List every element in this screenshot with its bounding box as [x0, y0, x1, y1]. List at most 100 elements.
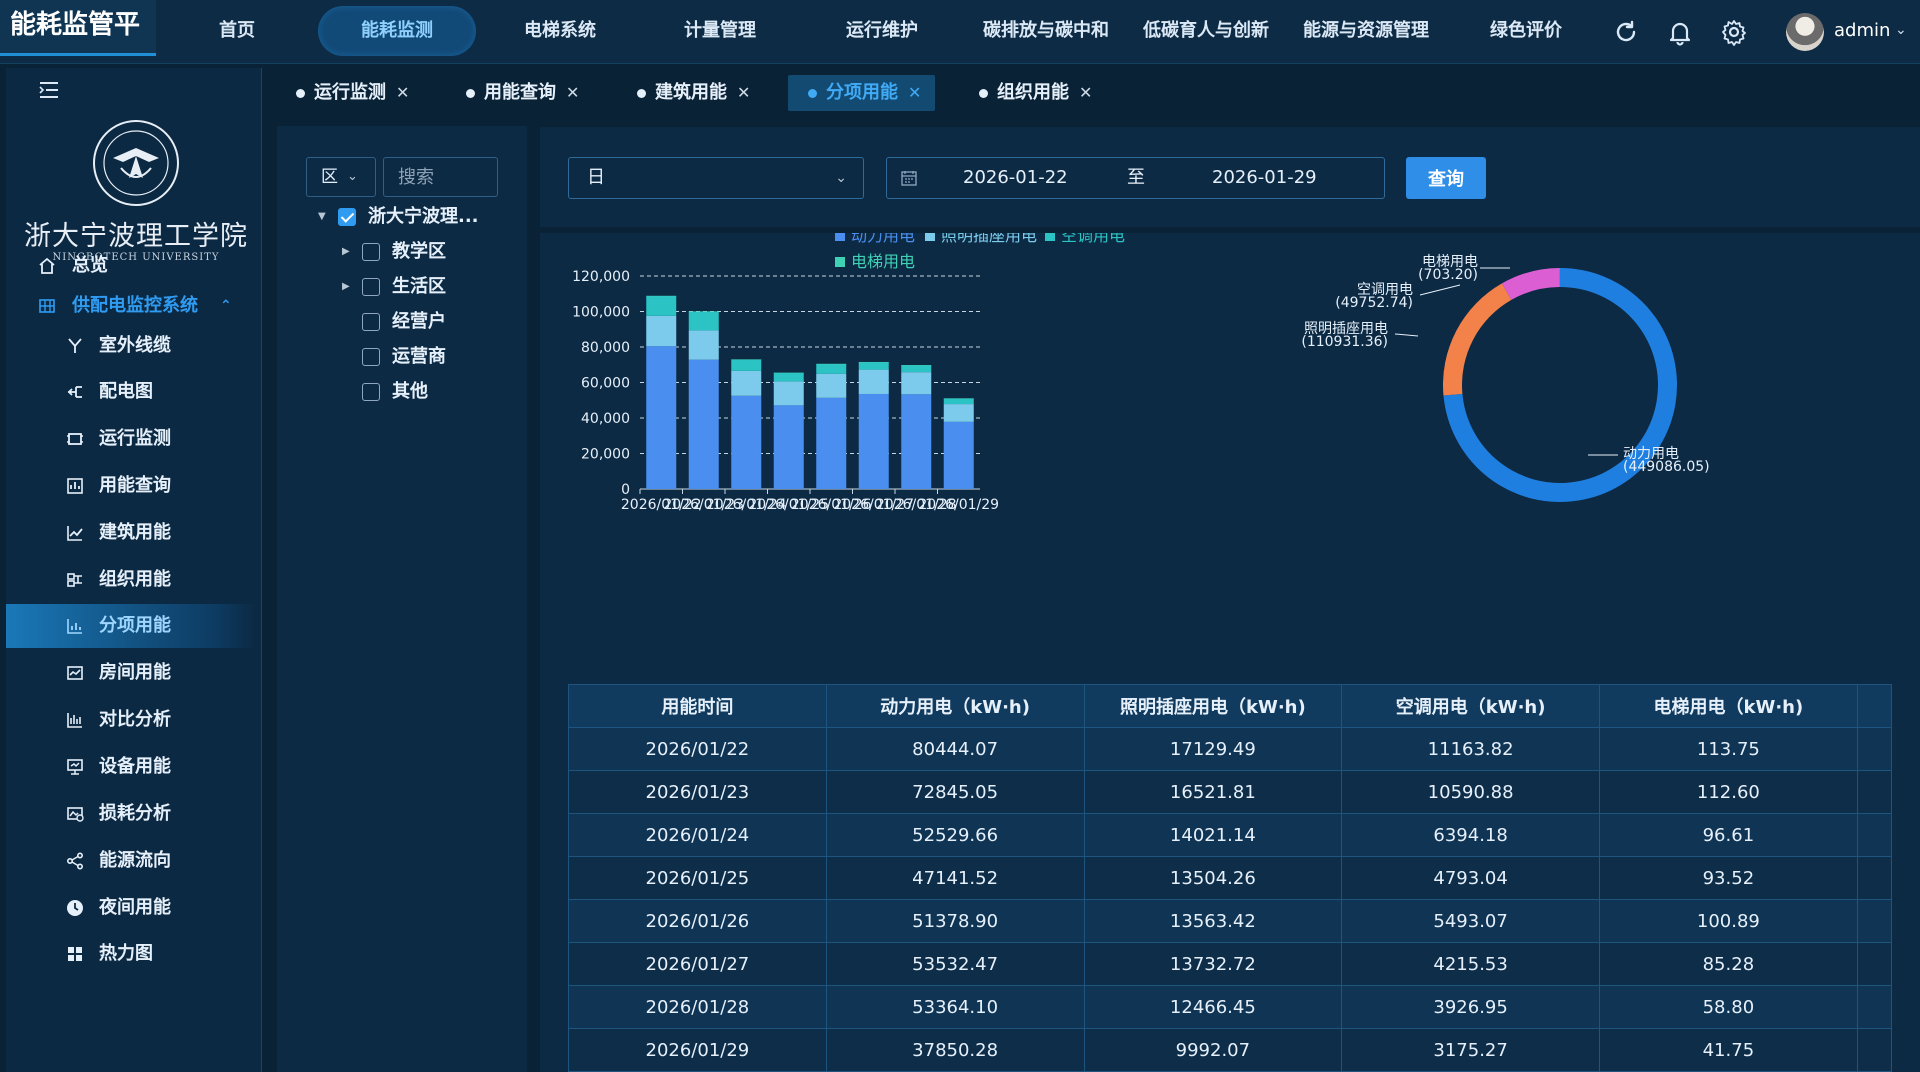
table-cell: 13563.42 — [1083, 899, 1343, 943]
sidebar-item-label: 设备用能 — [99, 756, 171, 777]
tree-checkbox[interactable] — [362, 278, 380, 296]
sidebar-item-distribution-diagram[interactable]: 配电图 — [6, 370, 256, 414]
table-cell-pad — [1856, 856, 1893, 900]
monitor-icon — [67, 433, 83, 445]
y-tick-label: 20,000 — [581, 447, 630, 463]
tab-label: 建筑用能 — [655, 82, 727, 103]
sidebar-item-sub-energy[interactable]: 分项用能 — [6, 604, 256, 648]
sidebar-item-run-monitor[interactable]: 运行监测 — [6, 417, 256, 461]
tab-org-energy[interactable]: 组织用能 ✕ — [979, 75, 1092, 111]
bar-segment — [731, 370, 762, 396]
legend-swatch — [1045, 233, 1055, 241]
period-select-value: 日 — [587, 167, 605, 188]
nav-elevator[interactable]: 电梯系统 — [510, 0, 610, 62]
donut-label-value: (449086.05) — [1623, 459, 1710, 475]
query-button[interactable]: 查询 — [1406, 157, 1486, 199]
username[interactable]: admin — [1834, 20, 1890, 41]
nav-low-carbon-edu[interactable]: 低碳育人与创新 — [1132, 0, 1280, 62]
sidebar-item-outdoor-cable[interactable]: 室外线缆 — [6, 324, 256, 368]
table-cell: 14021.14 — [1083, 813, 1343, 857]
sidebar-item-label: 夜间用能 — [99, 897, 171, 918]
caret-right-icon[interactable]: ▶ — [342, 238, 350, 266]
tab-energy-query[interactable]: 用能查询 ✕ — [466, 75, 579, 111]
tree-node-label: 其他 — [392, 381, 428, 402]
table-cell: 53532.47 — [825, 942, 1085, 986]
tab-label: 分项用能 — [826, 82, 898, 103]
sidebar-item-building-energy[interactable]: 建筑用能 — [6, 511, 256, 555]
table-row: 2026/01/24 52529.66 14021.14 6394.18 96.… — [568, 813, 1893, 857]
table-cell: 2026/01/27 — [568, 942, 827, 986]
bar-segment — [773, 372, 804, 382]
bell-icon[interactable] — [1666, 18, 1694, 46]
nav-energy-resource[interactable]: 能源与资源管理 — [1292, 0, 1440, 62]
sidebar-item-overview[interactable]: 总览 — [6, 244, 256, 288]
home-icon — [39, 257, 55, 274]
sidebar-item-device-energy[interactable]: 设备用能 — [6, 745, 256, 789]
sidebar-item-night-energy[interactable]: 夜间用能 — [6, 886, 256, 930]
tab-building-energy[interactable]: 建筑用能 ✕ — [637, 75, 750, 111]
tab-run-monitor[interactable]: 运行监测 ✕ — [296, 75, 409, 111]
bar-segment — [816, 373, 847, 398]
nav-energy-monitor[interactable]: 能耗监测 — [318, 6, 476, 56]
table-cell: 52529.66 — [825, 813, 1085, 857]
table-row: 2026/01/28 53364.10 12466.45 3926.95 58.… — [568, 985, 1893, 1029]
tree-checkbox[interactable] — [338, 208, 356, 226]
legend-swatch — [925, 233, 935, 241]
date-range-picker[interactable]: 2026-01-22 至 2026-01-29 — [886, 157, 1385, 199]
area-select[interactable]: 区 ⌄ — [306, 157, 376, 197]
close-icon[interactable]: ✕ — [737, 83, 750, 102]
query-icon — [67, 478, 83, 494]
table-header: 动力用电（kW·h) — [825, 684, 1085, 728]
tree-checkbox[interactable] — [362, 348, 380, 366]
period-select[interactable]: 日 ⌄ — [568, 157, 864, 199]
close-icon[interactable]: ✕ — [1079, 83, 1092, 102]
heatmap-icon — [68, 947, 82, 961]
sidebar-item-label: 组织用能 — [99, 569, 171, 590]
date-separator: 至 — [1127, 167, 1145, 188]
sidebar-item-compare-analysis[interactable]: 对比分析 — [6, 698, 256, 742]
sidebar-item-heatmap[interactable]: 热力图 — [6, 932, 256, 976]
tree-checkbox[interactable] — [362, 383, 380, 401]
menu-toggle-icon[interactable] — [38, 80, 60, 100]
tree-node-label: 生活区 — [392, 276, 446, 297]
search-input[interactable] — [383, 157, 498, 197]
share-icon — [66, 852, 84, 870]
table-cell: 6394.18 — [1341, 813, 1600, 857]
tree-checkbox[interactable] — [362, 243, 380, 261]
tree-checkbox[interactable] — [362, 313, 380, 331]
close-icon[interactable]: ✕ — [566, 83, 579, 102]
table-cell: 17129.49 — [1083, 727, 1343, 771]
sidebar-item-room-energy[interactable]: 房间用能 — [6, 651, 256, 695]
close-icon[interactable]: ✕ — [908, 83, 921, 102]
avatar[interactable] — [1786, 13, 1824, 51]
end-date[interactable]: 2026-01-29 — [1212, 158, 1317, 198]
bar-segment — [901, 365, 932, 366]
sidebar-item-energy-query[interactable]: 用能查询 — [6, 464, 256, 508]
sidebar-item-loss-analysis[interactable]: 损耗分析 — [6, 792, 256, 836]
gear-icon[interactable] — [1720, 18, 1748, 46]
bar-segment — [943, 398, 974, 399]
table-header: 用能时间 — [568, 684, 827, 728]
sidebar-item-org-energy[interactable]: 组织用能 — [6, 558, 256, 602]
sidebar-item-power-supply-group[interactable]: 供配电监控系统 ⌃ — [6, 284, 256, 328]
bar-segment — [901, 372, 932, 395]
table-row: 2026/01/25 47141.52 13504.26 4793.04 93.… — [568, 856, 1893, 900]
close-icon[interactable]: ✕ — [396, 83, 409, 102]
y-tick-label: 100,000 — [572, 305, 630, 321]
caret-right-icon[interactable]: ▶ — [342, 273, 350, 301]
donut-label-value: (703.20) — [1418, 267, 1478, 283]
refresh-icon[interactable] — [1612, 18, 1640, 46]
table-cell: 112.60 — [1599, 770, 1858, 814]
nav-operation[interactable]: 运行维护 — [832, 0, 932, 62]
nav-carbon[interactable]: 碳排放与碳中和 — [972, 0, 1120, 62]
chevron-down-icon[interactable]: ⌄ — [1895, 22, 1907, 38]
sidebar-item-energy-flow[interactable]: 能源流向 — [6, 839, 256, 883]
nav-metering[interactable]: 计量管理 — [670, 0, 770, 62]
table-cell: 2026/01/25 — [568, 856, 827, 900]
nav-home[interactable]: 首页 — [190, 0, 284, 62]
table-cell: 80444.07 — [825, 727, 1085, 771]
tab-sub-energy[interactable]: 分项用能 ✕ — [788, 75, 936, 111]
start-date[interactable]: 2026-01-22 — [963, 158, 1068, 198]
nav-green-eval[interactable]: 绿色评价 — [1476, 0, 1576, 62]
caret-down-icon[interactable]: ▼ — [318, 203, 326, 231]
